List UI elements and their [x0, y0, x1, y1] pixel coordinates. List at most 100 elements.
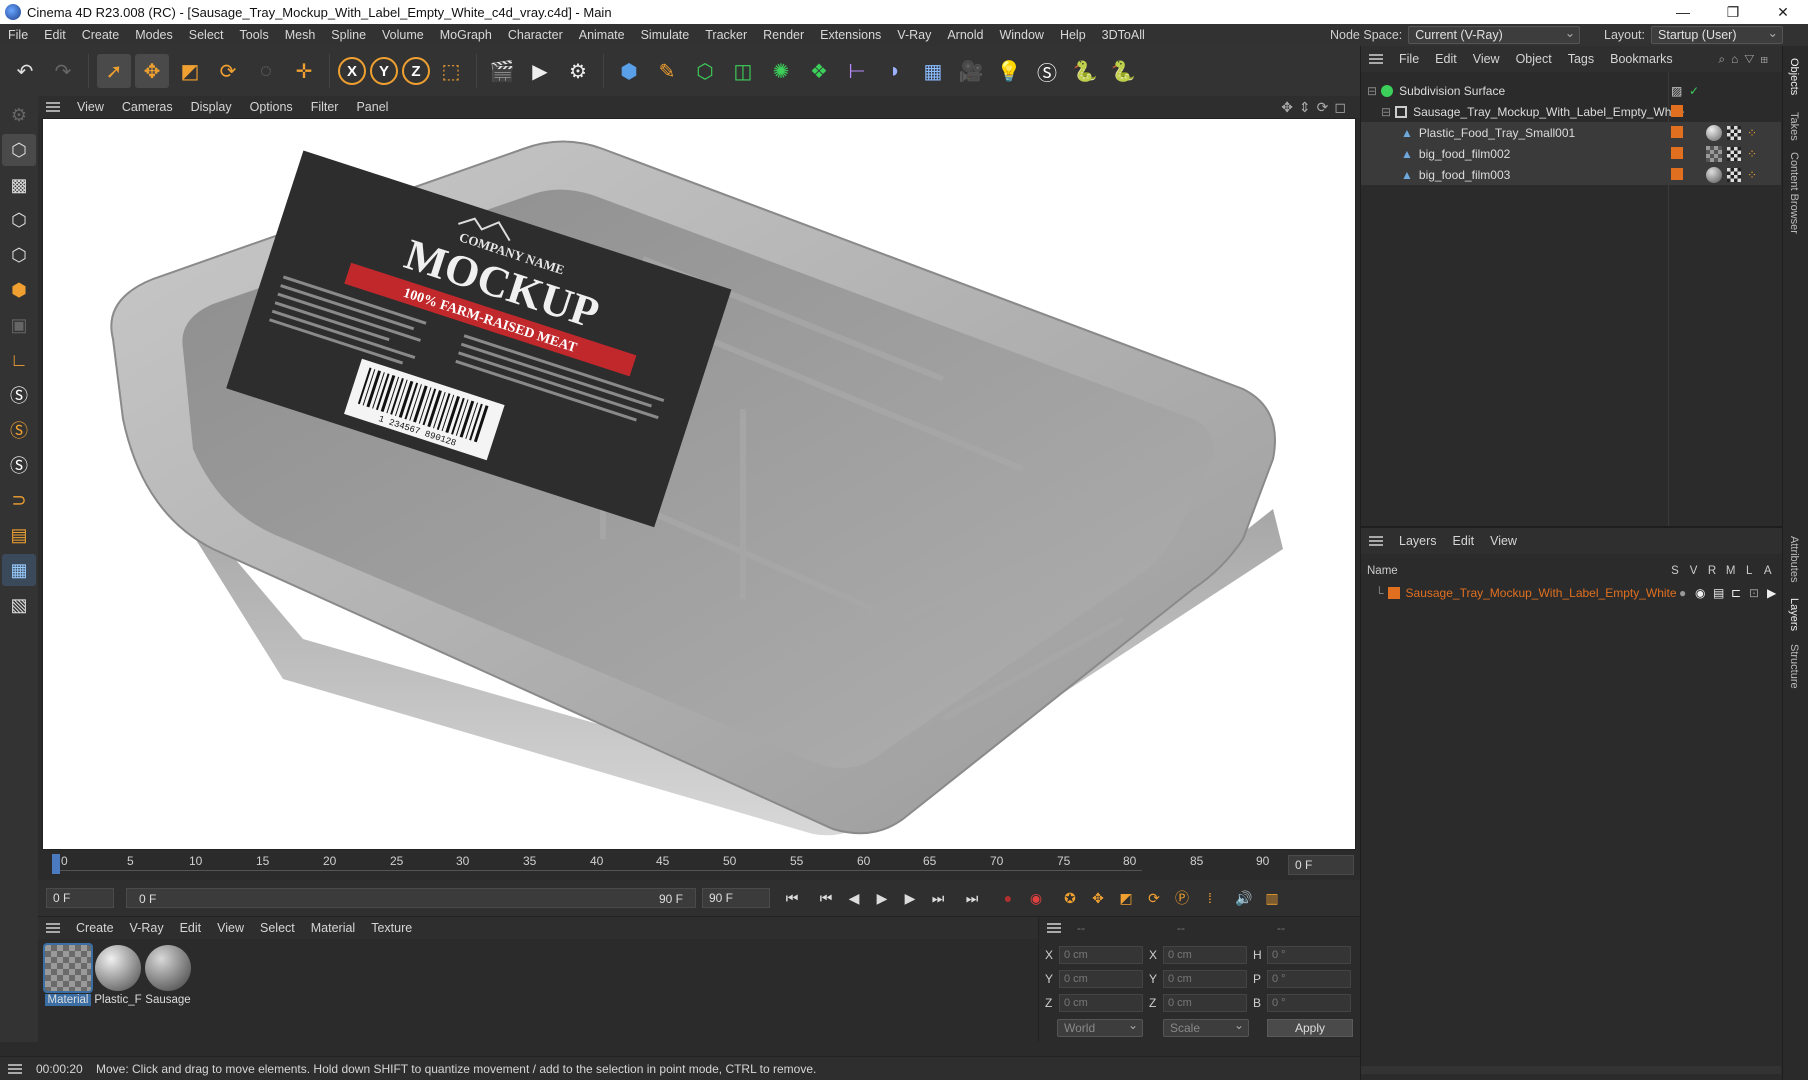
layer-hamburger-icon[interactable] — [1369, 536, 1383, 546]
layer-lock-icon[interactable]: ⊡ — [1749, 586, 1759, 600]
rotation-h-field[interactable]: 0 ° — [1267, 946, 1351, 964]
vray-s-icon[interactable]: Ⓢ — [2, 379, 36, 411]
prev-frame-icon[interactable]: ◀ — [840, 885, 868, 911]
coord-hamburger-icon[interactable] — [1047, 923, 1061, 933]
close-button[interactable]: ✕ — [1758, 0, 1808, 24]
camera-icon[interactable]: 🎥 — [954, 54, 988, 88]
locked-workplane-icon[interactable]: ▦ — [2, 554, 36, 586]
magnet-icon[interactable]: ⊃ — [2, 484, 36, 516]
planar-workplane-icon[interactable]: ▧ — [2, 589, 36, 621]
key-scale-icon[interactable]: ◩ — [1112, 885, 1140, 911]
move-tool-icon[interactable]: ✥ — [135, 54, 169, 88]
layer-color-swatch[interactable] — [1671, 147, 1683, 159]
mat-menu-select[interactable]: Select — [252, 921, 303, 935]
layout-dropdown[interactable]: Startup (User) — [1651, 25, 1784, 44]
obj-menu-file[interactable]: File — [1391, 52, 1427, 66]
material-tag-icon[interactable] — [1706, 166, 1722, 183]
viewport-menu-panel[interactable]: Panel — [347, 100, 397, 114]
object-row[interactable]: ▲ big_food_film002 ⁘ — [1361, 143, 1781, 164]
object-search-filter-icons[interactable]: ⌕⌂▽⊞ — [1718, 52, 1774, 67]
python-icon[interactable]: 🐍 — [1068, 54, 1102, 88]
viewport-hamburger-icon[interactable] — [46, 102, 60, 112]
menu-spline[interactable]: Spline — [323, 28, 374, 42]
menu-tools[interactable]: Tools — [232, 28, 277, 42]
scale-tool-icon[interactable]: ◩ — [173, 54, 207, 88]
render-picture-viewer-icon[interactable]: ▶ — [523, 54, 557, 88]
viewport-nav-icons[interactable]: ✥⇕⟳◻ — [1281, 99, 1352, 116]
mat-menu-view[interactable]: View — [209, 921, 252, 935]
menu-character[interactable]: Character — [500, 28, 571, 42]
layer-solo-icon[interactable]: ● — [1679, 586, 1686, 600]
size-z-field[interactable]: 0 cm — [1163, 994, 1247, 1012]
obj-menu-view[interactable]: View — [1465, 52, 1508, 66]
layer-animation-icon[interactable]: ▶ — [1767, 586, 1776, 600]
tab-takes[interactable]: Takes — [1788, 112, 1800, 141]
extrude-icon[interactable]: ◫ — [726, 54, 760, 88]
vray-s-white-icon[interactable]: Ⓢ — [2, 449, 36, 481]
menu-simulate[interactable]: Simulate — [633, 28, 698, 42]
mograph-icon[interactable]: ❖ — [802, 54, 836, 88]
coordinate-system-icon[interactable]: ⬚ — [434, 54, 468, 88]
vray-tag-icon[interactable]: ⁘ — [1747, 126, 1757, 140]
minimize-button[interactable]: — — [1658, 0, 1708, 24]
tab-structure[interactable]: Structure — [1788, 644, 1800, 689]
texture-mode-icon[interactable]: ▩ — [2, 169, 36, 201]
layer-color-swatch[interactable] — [1671, 126, 1683, 138]
layer-menu-edit[interactable]: Edit — [1445, 534, 1483, 548]
x-axis-lock-icon[interactable]: X — [338, 57, 366, 85]
python-script-icon[interactable]: 🐍 — [1106, 54, 1140, 88]
object-row[interactable]: ⊟ Sausage_Tray_Mockup_With_Label_Empty_W… — [1361, 101, 1781, 122]
size-y-field[interactable]: 0 cm — [1163, 970, 1247, 988]
viewport-menu-cameras[interactable]: Cameras — [113, 100, 182, 114]
menu-render[interactable]: Render — [755, 28, 812, 42]
keyframe-selection-icon[interactable]: ✪ — [1056, 885, 1084, 911]
key-parameter-icon[interactable]: Ⓟ — [1168, 885, 1196, 911]
play-icon[interactable]: ▶ — [868, 885, 896, 911]
tab-attributes[interactable]: Attributes — [1788, 536, 1800, 582]
auto-key-icon[interactable]: ◉ — [1022, 885, 1050, 911]
layer-color-swatch[interactable] — [1671, 105, 1683, 117]
uvw-tag-icon[interactable] — [1727, 167, 1741, 182]
status-hamburger-icon[interactable] — [8, 1063, 22, 1074]
uvw-tag-icon[interactable] — [1727, 146, 1741, 161]
floor-icon[interactable]: ▦ — [916, 54, 950, 88]
viewport-menu-display[interactable]: Display — [182, 100, 241, 114]
tab-content-browser[interactable]: Content Browser — [1788, 152, 1800, 234]
layer-color-swatch[interactable] — [1671, 168, 1683, 180]
layer-scrollbar[interactable] — [1361, 1066, 1781, 1074]
menu-help[interactable]: Help — [1052, 28, 1094, 42]
key-rotation-icon[interactable]: ⟳ — [1140, 885, 1168, 911]
layer-manager-icon[interactable]: ⊏ — [1731, 586, 1741, 600]
menu-extensions[interactable]: Extensions — [812, 28, 889, 42]
tab-objects[interactable]: Objects — [1788, 58, 1800, 95]
menu-3dtoall[interactable]: 3DToAll — [1094, 28, 1153, 42]
light-icon[interactable]: 💡 — [992, 54, 1026, 88]
position-z-field[interactable]: 0 cm — [1059, 994, 1143, 1012]
menu-mesh[interactable]: Mesh — [277, 28, 324, 42]
model-mode-icon[interactable]: ⬡ — [2, 134, 36, 166]
menu-arnold[interactable]: Arnold — [939, 28, 991, 42]
key-pla-icon[interactable]: ⁞ — [1196, 885, 1224, 911]
uv-mode-icon[interactable]: ▣ — [2, 309, 36, 341]
current-frame-field[interactable]: 0 F — [1288, 855, 1354, 875]
coord-space-dropdown[interactable]: World — [1057, 1018, 1143, 1037]
material-swatch[interactable]: Plastic_F — [94, 945, 142, 1006]
edge-mode-icon[interactable]: ⬡ — [2, 239, 36, 271]
enabled-check-icon[interactable]: ✓ — [1689, 84, 1699, 98]
make-editable-icon[interactable]: ⚙ — [2, 99, 36, 131]
rotation-p-field[interactable]: 0 ° — [1267, 970, 1351, 988]
object-hamburger-icon[interactable] — [1369, 54, 1383, 64]
maximize-button[interactable]: ❐ — [1708, 0, 1758, 24]
workplane-icon[interactable]: ▤ — [2, 519, 36, 551]
end-frame-field[interactable]: 90 F — [702, 888, 770, 908]
viewport-menu-options[interactable]: Options — [241, 100, 302, 114]
coord-mode-dropdown[interactable]: Scale — [1163, 1018, 1249, 1037]
start-frame-field[interactable]: 0 F — [46, 888, 114, 908]
uvw-tag-icon[interactable] — [1727, 125, 1741, 140]
menu-volume[interactable]: Volume — [374, 28, 432, 42]
undo-icon[interactable]: ↶ — [8, 54, 42, 88]
menu-tracker[interactable]: Tracker — [697, 28, 755, 42]
mat-menu-texture[interactable]: Texture — [363, 921, 420, 935]
polygon-mode-icon[interactable]: ⬢ — [2, 274, 36, 306]
material-tag-icon[interactable] — [1706, 124, 1722, 141]
